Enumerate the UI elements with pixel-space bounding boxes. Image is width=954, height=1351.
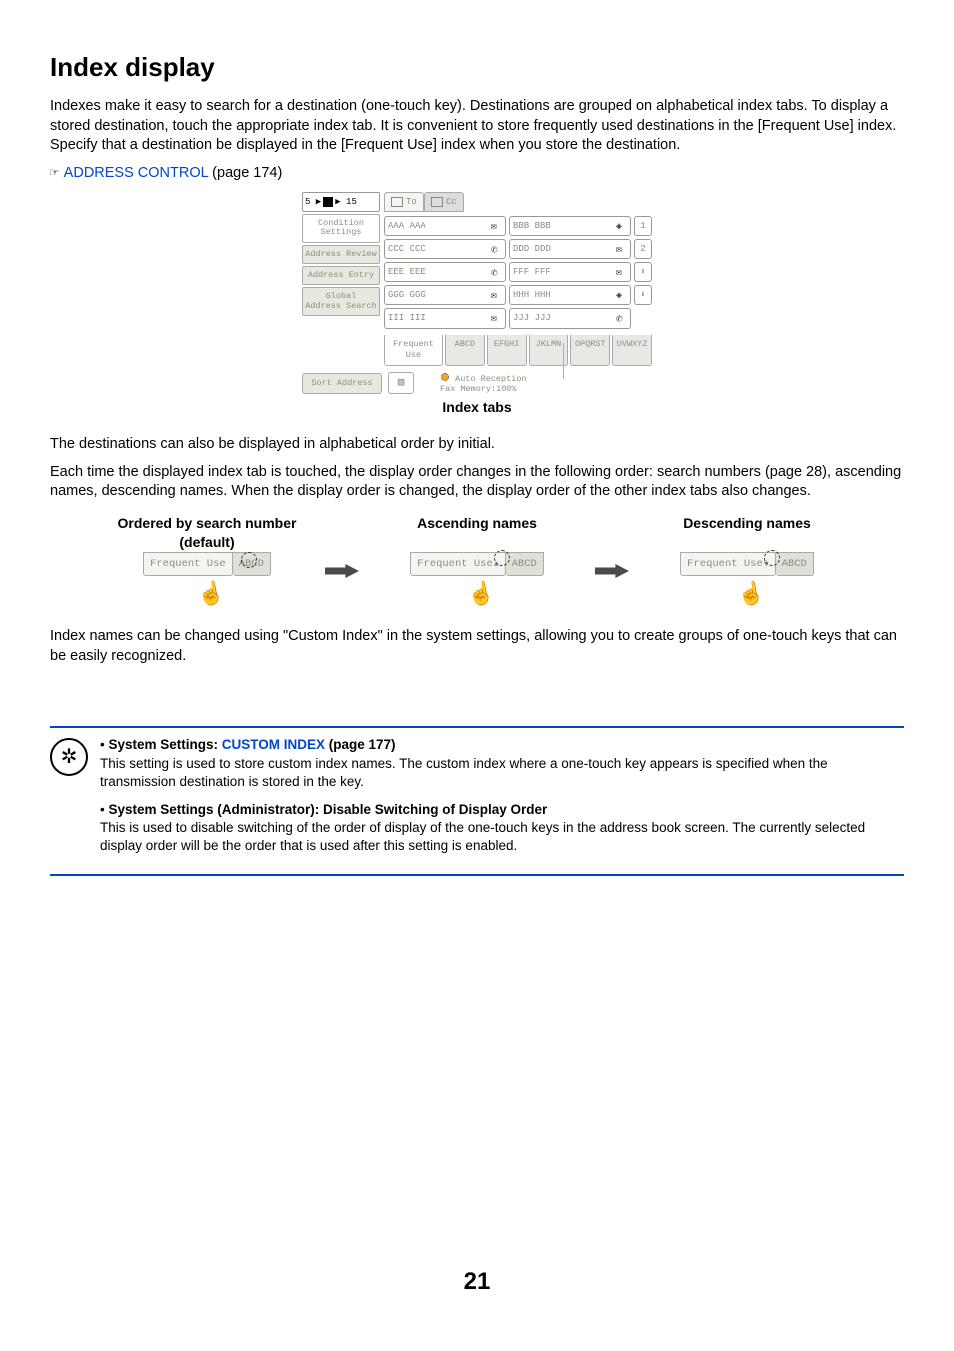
arrow-right-icon	[595, 564, 629, 578]
address-entry-a[interactable]: AAA AAA	[384, 216, 506, 236]
envelope-icon	[431, 197, 443, 207]
page-indicator: 5 ▶ ▶ 15	[302, 192, 380, 212]
tab-opqrst[interactable]: OPQRST	[570, 335, 610, 367]
global-address-search-button[interactable]: Global Address Search	[302, 287, 380, 316]
phone-icon	[616, 313, 627, 323]
page-title: Index display	[50, 50, 904, 85]
crossref-page: (page 174)	[208, 165, 282, 181]
address-entry-e[interactable]: EEE EEE	[384, 262, 506, 282]
paragraph-alpha-order: The destinations can also be displayed i…	[50, 435, 904, 455]
black-box-icon	[323, 197, 333, 207]
callout-line	[563, 343, 564, 379]
address-entry-d[interactable]: DDD DDD	[509, 239, 631, 259]
envelope-icon	[616, 267, 627, 277]
globe-icon	[616, 290, 627, 300]
scroll-up-button[interactable]: ⬆	[634, 262, 652, 282]
highlight-circle-icon	[241, 552, 257, 568]
demo-tab-frequent-asc: Frequent Use	[410, 552, 505, 576]
tab-efghi[interactable]: EFGHI	[487, 335, 527, 367]
intro-paragraph: Indexes make it easy to search for a des…	[50, 97, 904, 156]
demo-tab-frequent: Frequent Use	[143, 552, 233, 576]
phone-icon	[491, 267, 502, 277]
cc-tab[interactable]: Cc	[424, 192, 464, 212]
ordering-title-default: Ordered by search number (default)	[107, 514, 307, 552]
envelope-icon	[616, 244, 627, 254]
address-entry-h[interactable]: HHH HHH	[509, 285, 631, 305]
touch-hand-icon	[192, 579, 222, 609]
globe-icon	[616, 221, 627, 231]
preview-icon[interactable]: ▧	[388, 372, 414, 394]
address-review-button[interactable]: Address Review	[302, 245, 380, 264]
ordering-title-ascending: Ascending names	[417, 514, 537, 552]
address-entry-f[interactable]: FFF FFF	[509, 262, 631, 282]
crossref-line: ☞ ADDRESS CONTROL (page 174)	[50, 164, 904, 184]
address-entry-g[interactable]: GGG GGG	[384, 285, 506, 305]
info-item-custom-index: • System Settings: CUSTOM INDEX (page 17…	[100, 736, 904, 791]
page-2-indicator: 2	[634, 239, 652, 259]
page-number: 21	[50, 1266, 904, 1298]
touch-hand-icon	[462, 579, 492, 609]
index-tabs-row: Frequent Use ABCD EFGHI JKLMN OPQRST UVW…	[384, 335, 652, 367]
envelope-icon	[391, 197, 403, 207]
envelope-icon	[491, 290, 502, 300]
tab-frequent-use[interactable]: Frequent Use	[384, 335, 443, 367]
info-item2-body: This is used to disable switching of the…	[100, 820, 865, 853]
condition-settings-button[interactable]: Condition Settings	[302, 214, 380, 243]
demo-tab-abcd-asc: ABCD	[506, 552, 544, 576]
address-control-link[interactable]: ADDRESS CONTROL	[64, 165, 208, 181]
envelope-icon	[491, 313, 502, 323]
ordering-diagram: Ordered by search number (default) Frequ…	[50, 514, 904, 609]
address-entry-b[interactable]: BBB BBB	[509, 216, 631, 236]
demo-tab-abcd-desc: ABCD	[776, 552, 814, 576]
ordering-title-descending: Descending names	[683, 514, 811, 552]
info-item1-body: This setting is used to store custom ind…	[100, 756, 828, 789]
tab-uvwxyz[interactable]: UVWXYZ	[612, 335, 652, 367]
scroll-down-button[interactable]: ⬇	[634, 285, 652, 305]
callout-dot-icon	[441, 373, 449, 381]
sort-address-button[interactable]: Sort Address	[302, 373, 382, 394]
to-tab[interactable]: To	[384, 192, 424, 212]
pointer-icon: ☞	[50, 166, 58, 182]
paragraph-custom-index: Index names can be changed using "Custom…	[50, 627, 904, 666]
status-text: Auto Reception Fax Memory:100%	[420, 373, 652, 394]
page-1-indicator: 1	[634, 216, 652, 236]
address-entry-button[interactable]: Address Entry	[302, 266, 380, 285]
gear-icon: ✲	[50, 738, 88, 776]
paragraph-order-cycle: Each time the displayed index tab is tou…	[50, 463, 904, 502]
tab-abcd[interactable]: ABCD	[445, 335, 485, 367]
envelope-icon	[491, 221, 502, 231]
touch-hand-icon	[732, 579, 762, 609]
info-box: ✲ • System Settings: CUSTOM INDEX (page …	[50, 726, 904, 875]
info-item-disable-switching: • System Settings (Administrator): Disab…	[100, 801, 904, 856]
address-book-screenshot: 5 ▶ ▶ 15 Condition Settings Address Revi…	[302, 192, 652, 395]
phone-icon	[491, 244, 502, 254]
index-tabs-caption: Index tabs	[50, 398, 904, 417]
arrow-right-icon	[325, 564, 359, 578]
address-entry-i[interactable]: III III	[384, 308, 506, 328]
address-entry-j[interactable]: JJJ JJJ	[509, 308, 631, 328]
demo-tab-frequent-desc: Frequent Use	[680, 552, 775, 576]
custom-index-link[interactable]: CUSTOM INDEX	[222, 737, 325, 752]
address-entry-c[interactable]: CCC CCC	[384, 239, 506, 259]
